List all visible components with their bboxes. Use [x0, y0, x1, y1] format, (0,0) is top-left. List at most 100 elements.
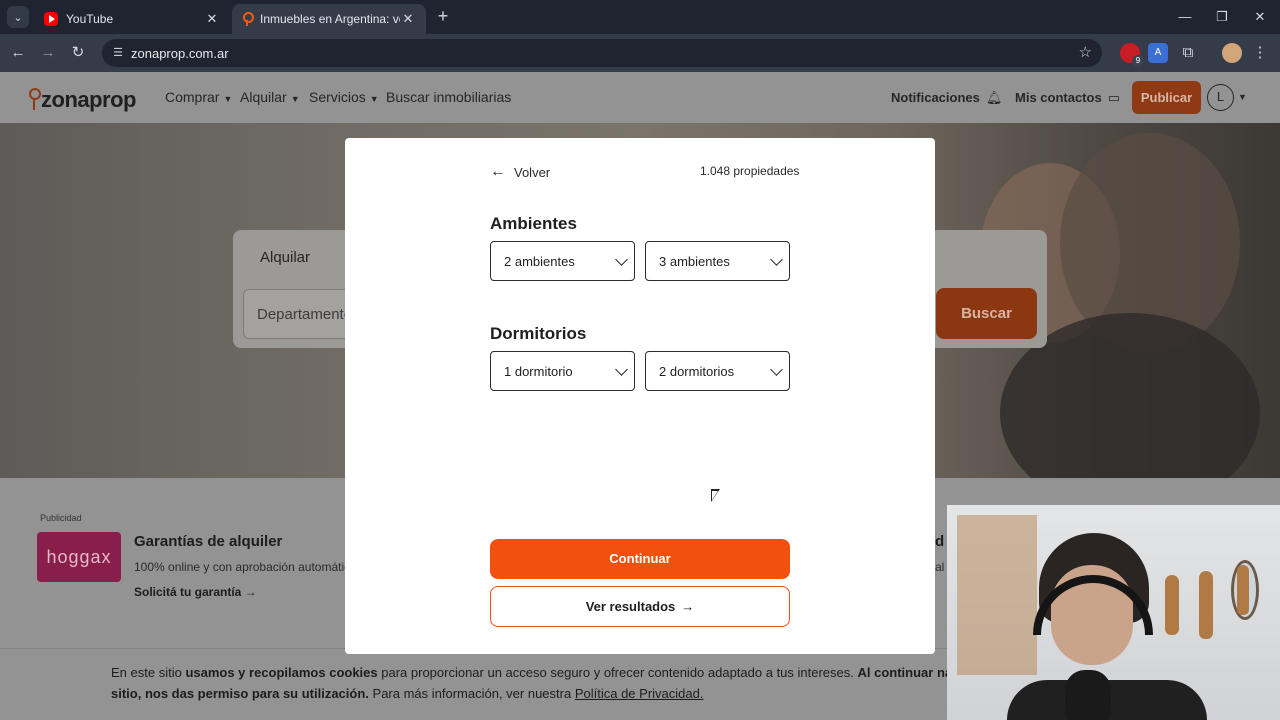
continue-button[interactable]: Continuar	[490, 539, 790, 579]
select-value: 2 ambientes	[504, 254, 575, 269]
see-results-label: Ver resultados	[585, 599, 676, 614]
chevron-down-icon	[615, 363, 628, 376]
extensions-puzzle-icon[interactable]: ⧉	[1178, 43, 1198, 63]
arrow-right-icon: →	[681, 599, 695, 614]
dormitorios-title: Dormitorios	[490, 324, 587, 343]
ambientes-min-select[interactable]: 2 ambientes	[490, 241, 635, 281]
nav-label: Alquilar	[240, 89, 287, 105]
cookie-text-line-2: sitio, nos das permiso para su utilizaci…	[111, 686, 703, 701]
webcam-shelf	[957, 515, 1037, 675]
address-bar[interactable]: ☰ zonaprop.com.ar ☆	[102, 39, 1102, 67]
cookie-text-bold: usamos y recopilamos cookies	[185, 665, 378, 680]
arrow-right-icon: →	[244, 585, 257, 599]
search-tab-alquilar[interactable]: Alquilar	[260, 249, 310, 266]
minimize-button[interactable]: —	[1170, 6, 1200, 28]
tab-youtube[interactable]: YouTube ✕	[34, 4, 230, 34]
nav-alquilar[interactable]: Alquilar ▼	[240, 89, 300, 105]
tab-search-button[interactable]: ⌄	[7, 6, 29, 28]
chevron-down-icon	[770, 363, 783, 376]
site-header: zonaprop Comprar ▼ Alquilar ▼ Servicios ▼ B…	[0, 72, 1280, 123]
chevron-down-icon	[770, 253, 783, 266]
search-button[interactable]: Buscar	[936, 288, 1037, 339]
webcam-guitar	[1199, 571, 1213, 639]
dormitorios-max-select[interactable]: 2 dormitorios	[645, 351, 790, 391]
webcam-overlay	[947, 505, 1280, 720]
translate-extension-icon[interactable]: A	[1148, 43, 1168, 63]
mouse-cursor-icon	[711, 489, 720, 502]
select-value: 2 dormitorios	[659, 364, 735, 379]
select-value: 3 ambientes	[659, 254, 730, 269]
close-tab-icon[interactable]: ✕	[204, 11, 220, 27]
forward-button[interactable]: →	[37, 42, 59, 64]
nav-comprar[interactable]: Comprar ▼	[165, 89, 232, 105]
back-button[interactable]: ← Volver	[490, 163, 550, 181]
chat-icon: ▭	[1107, 90, 1120, 105]
publish-button[interactable]: Publicar	[1132, 81, 1201, 114]
ad-link-label: Solicitá tu garantía	[134, 585, 242, 599]
nav-label: Servicios	[309, 89, 366, 105]
close-tab-icon[interactable]: ✕	[400, 11, 416, 27]
contacts-link[interactable]: Mis contactos ▭	[1015, 90, 1120, 106]
chevron-down-icon: ▼	[369, 94, 379, 104]
notifications-link[interactable]: Notificaciones 🔔︎	[891, 90, 1002, 106]
ad-title-partial: d	[935, 533, 945, 550]
ad-link[interactable]: Solicitá tu garantía →	[134, 585, 257, 599]
filters-modal: ← Volver 1.048 propiedades Ambientes 2 a…	[345, 138, 935, 654]
zonaprop-favicon-icon	[242, 12, 254, 26]
zonaprop-logo[interactable]: zonaprop	[28, 82, 137, 112]
nav-label: Buscar inmobiliarias	[386, 89, 512, 105]
browser-toolbar: ← → ↻ ☰ zonaprop.com.ar ☆ 9 A ⧉ ⋮	[0, 34, 1280, 72]
select-value: 1 dormitorio	[504, 364, 573, 379]
browser-tabbar: ⌄ YouTube ✕ Inmuebles en Argentina: vent…	[0, 0, 1280, 34]
chevron-down-icon[interactable]: ▼	[1238, 92, 1247, 102]
site-info-icon[interactable]: ☰	[110, 45, 126, 61]
nav-label: Comprar	[165, 89, 220, 105]
youtube-favicon-icon	[44, 12, 58, 26]
close-window-button[interactable]: ✕	[1245, 6, 1275, 28]
ad-description: 100% online y con aprobación automática.	[134, 560, 361, 574]
user-avatar[interactable]: L	[1207, 84, 1234, 111]
back-button[interactable]: ←	[7, 42, 29, 64]
back-label: Volver	[514, 164, 551, 180]
ad-title: Garantías de alquiler	[134, 533, 283, 550]
property-type-select[interactable]: Departamentos	[243, 289, 360, 339]
webcam-guitar	[1237, 565, 1249, 615]
url-text: zonaprop.com.ar	[131, 46, 229, 61]
tab-title: Inmuebles en Argentina: venta y	[260, 12, 400, 26]
ambientes-max-select[interactable]: 3 ambientes	[645, 241, 790, 281]
webcam-microphone	[1065, 670, 1111, 720]
cookie-text: Para más información, ver nuestra	[368, 686, 575, 701]
nav-servicios[interactable]: Servicios ▼	[309, 89, 379, 105]
results-count: 1.048 propiedades	[700, 164, 800, 178]
ambientes-title: Ambientes	[490, 214, 577, 233]
dormitorios-min-select[interactable]: 1 dormitorio	[490, 351, 635, 391]
logo-mark-icon	[28, 88, 41, 112]
chevron-down-icon: ▼	[223, 94, 233, 104]
bell-icon: 🔔︎	[985, 90, 1003, 105]
nav-buscar-inmobiliarias[interactable]: Buscar inmobiliarias	[386, 89, 511, 105]
extension-badge: 9	[1132, 55, 1144, 67]
tab-title: YouTube	[66, 12, 114, 26]
cookie-text: En este sitio	[111, 665, 186, 680]
new-tab-button[interactable]: +	[432, 6, 454, 28]
contacts-label: Mis contactos	[1015, 90, 1102, 105]
bookmark-star-icon[interactable]: ☆	[1079, 43, 1092, 61]
hoggax-logo[interactable]: hoggax	[37, 532, 121, 582]
cookie-text-line-1: En este sitio usamos y recopilamos cooki…	[111, 665, 982, 680]
webcam-guitar	[1165, 575, 1179, 635]
chevron-down-icon	[615, 253, 628, 266]
extension-icon[interactable]: 9	[1120, 43, 1144, 67]
tab-zonaprop[interactable]: Inmuebles en Argentina: venta y ✕	[232, 4, 426, 34]
notifications-label: Notificaciones	[891, 90, 980, 105]
reload-button[interactable]: ↻	[67, 42, 89, 64]
ad-label: Publicidad	[40, 513, 82, 523]
privacy-policy-link[interactable]: Política de Privacidad.	[575, 686, 704, 701]
arrow-left-icon: ←	[490, 163, 506, 180]
restore-button[interactable]: ❐	[1207, 6, 1237, 28]
logo-text: zonaprop	[41, 87, 137, 112]
see-results-button[interactable]: Ver resultados →	[490, 586, 790, 627]
profile-avatar[interactable]	[1222, 43, 1242, 63]
cookie-text: para proporcionar un acceso seguro y ofr…	[377, 665, 858, 680]
browser-menu-icon[interactable]: ⋮	[1252, 43, 1268, 63]
chevron-down-icon: ▼	[290, 94, 300, 104]
